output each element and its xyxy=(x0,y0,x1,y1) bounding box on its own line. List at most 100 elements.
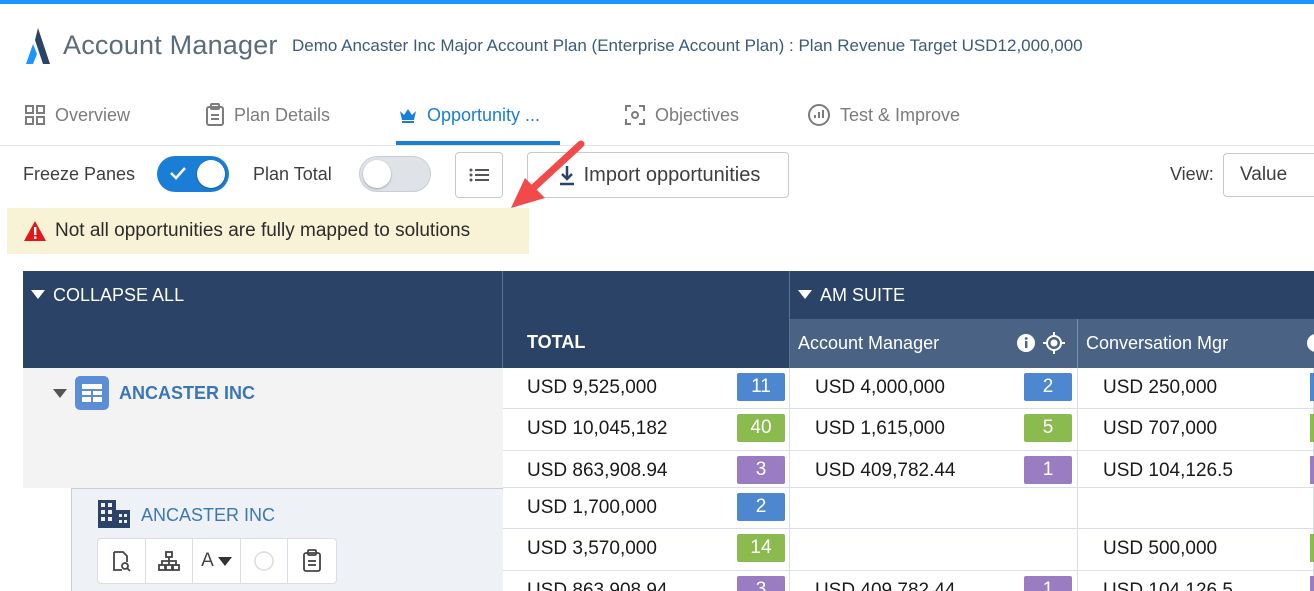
building-icon xyxy=(98,500,130,528)
hierarchy-button[interactable] xyxy=(146,539,194,583)
tab-overview-label: Overview xyxy=(55,104,131,125)
total-header-label: TOTAL xyxy=(527,332,586,352)
account-manager-cell[interactable]: USD 409,782.44 1 xyxy=(790,451,1078,488)
tab-bar: Overview Plan Details Opportunity ... Ob… xyxy=(0,84,1314,146)
sort-letter: A xyxy=(201,550,214,571)
mapping-warning-banner: Not all opportunities are fully mapped t… xyxy=(7,208,529,254)
conversation-mgr-cell[interactable]: USD 104,126.5 xyxy=(1078,451,1314,488)
conversation-mgr-cell[interactable]: USD 707,000 xyxy=(1078,409,1314,451)
clipboard-button[interactable] xyxy=(288,539,336,583)
crosshair-icon[interactable] xyxy=(1043,332,1065,354)
clipboard-icon xyxy=(303,549,322,572)
account-row-label-top: ANCASTER INC xyxy=(23,368,503,488)
account-link-sub[interactable]: ANCASTER INC xyxy=(141,505,275,526)
account-manager-cell[interactable] xyxy=(790,488,1078,529)
sort-dropdown-button[interactable]: A xyxy=(193,539,241,583)
plan-total-toggle[interactable] xyxy=(359,156,431,192)
count-badge[interactable]: 2 xyxy=(737,493,785,521)
count-badge-edge xyxy=(1310,534,1314,562)
plan-title: Demo Ancaster Inc Major Account Plan (En… xyxy=(292,36,1083,55)
search-document-icon xyxy=(113,551,131,572)
warning-icon xyxy=(24,221,46,241)
am-suite-toggle[interactable]: AM SUITE xyxy=(798,285,905,306)
total-cell[interactable]: USD 10,045,182 40 xyxy=(503,409,790,451)
toggle-knob xyxy=(197,160,225,188)
warning-text: Not all opportunities are fully mapped t… xyxy=(55,220,471,241)
collapse-all-label: COLLAPSE ALL xyxy=(53,285,185,305)
row-action-toolbar: A xyxy=(97,538,337,584)
conversation-mgr-cell-value: USD 104,126.5 xyxy=(1103,580,1233,591)
count-badge[interactable]: 1 xyxy=(1024,456,1072,484)
info-icon[interactable] xyxy=(1306,333,1314,353)
clipboard-icon xyxy=(206,103,224,126)
tab-test-improve[interactable]: Test & Improve xyxy=(807,84,960,146)
total-cell-value: USD 9,525,000 xyxy=(527,377,657,398)
list-icon xyxy=(469,168,489,182)
view-select[interactable]: Value xyxy=(1223,153,1314,197)
collapse-all-header: COLLAPSE ALL xyxy=(23,271,503,368)
account-manager-cell[interactable] xyxy=(790,529,1078,571)
total-cell-value: USD 863,908.94 xyxy=(527,580,668,591)
freeze-panes-toggle[interactable] xyxy=(157,156,229,192)
conversation-mgr-cell[interactable] xyxy=(1078,488,1314,529)
app-title: Account Manager xyxy=(63,30,278,60)
account-manager-cell-value: USD 409,782.44 xyxy=(815,460,956,481)
caret-down-icon xyxy=(31,289,45,299)
count-badge-edge xyxy=(1310,414,1314,442)
account-link-top[interactable]: ANCASTER INC xyxy=(119,383,255,404)
total-cell-value: USD 863,908.94 xyxy=(527,460,668,481)
account-manager-cell[interactable]: USD 1,615,000 5 xyxy=(790,409,1078,451)
am-suite-header: AM SUITE xyxy=(790,271,1314,319)
account-manager-column-label: Account Manager xyxy=(798,333,940,353)
hierarchy-icon xyxy=(158,551,180,571)
total-header: TOTAL xyxy=(503,271,790,368)
tab-objectives[interactable]: Objectives xyxy=(624,84,739,146)
info-icon[interactable] xyxy=(1016,333,1036,353)
circle-icon xyxy=(254,551,274,571)
account-manager-cell[interactable]: USD 409,782.44 1 xyxy=(790,571,1078,591)
caret-down-icon[interactable] xyxy=(53,389,67,398)
checkmark-icon xyxy=(170,167,186,180)
conversation-mgr-cell-value: USD 104,126.5 xyxy=(1103,460,1233,481)
freeze-panes-label: Freeze Panes xyxy=(23,164,136,184)
circle-button[interactable] xyxy=(241,539,289,583)
total-cell-value: USD 10,045,182 xyxy=(527,418,668,439)
total-cell-value: USD 1,700,000 xyxy=(527,497,657,518)
count-badge[interactable]: 40 xyxy=(737,414,785,442)
count-badge[interactable]: 11 xyxy=(737,373,785,401)
conversation-mgr-cell[interactable]: USD 104,126.5 xyxy=(1078,571,1314,591)
count-badge-edge xyxy=(1310,456,1314,484)
account-manager-column-header: Account Manager xyxy=(790,319,1078,368)
tab-opportunity[interactable]: Opportunity ... xyxy=(398,84,540,146)
toggle-knob xyxy=(363,160,391,188)
caret-down-icon xyxy=(798,289,812,299)
search-document-button[interactable] xyxy=(98,539,146,583)
tab-overview[interactable]: Overview xyxy=(24,84,130,146)
grid-icon xyxy=(25,105,45,125)
app-header: Account Manager Demo Ancaster Inc Major … xyxy=(0,4,1314,84)
total-cell[interactable]: USD 863,908.94 3 xyxy=(503,451,790,488)
conversation-mgr-cell-value: USD 500,000 xyxy=(1103,538,1218,559)
total-cell[interactable]: USD 1,700,000 2 xyxy=(503,488,790,529)
conversation-mgr-cell[interactable]: USD 500,000 xyxy=(1078,529,1314,571)
table-icon xyxy=(75,376,109,410)
total-cell[interactable]: USD 3,570,000 14 xyxy=(503,529,790,571)
count-badge[interactable]: 3 xyxy=(737,456,785,484)
total-cell[interactable]: USD 863,908.94 3 xyxy=(503,571,790,591)
conversation-mgr-cell[interactable]: USD 250,000 xyxy=(1078,368,1314,409)
list-view-button[interactable] xyxy=(455,152,503,198)
account-manager-cell[interactable]: USD 4,000,000 2 xyxy=(790,368,1078,409)
count-badge[interactable]: 14 xyxy=(737,534,785,562)
collapse-all-button[interactable]: COLLAPSE ALL xyxy=(31,285,184,306)
count-badge[interactable]: 5 xyxy=(1024,414,1072,442)
toolbar: Freeze Panes Plan Total Import opportuni… xyxy=(0,148,1314,204)
total-cell[interactable]: USD 9,525,000 11 xyxy=(503,368,790,409)
tab-plan-details[interactable]: Plan Details xyxy=(205,84,330,146)
count-badge[interactable]: 3 xyxy=(737,576,785,591)
count-badge[interactable]: 1 xyxy=(1024,576,1072,591)
tab-objectives-label: Objectives xyxy=(655,104,740,125)
account-manager-cell-value: USD 4,000,000 xyxy=(815,377,945,398)
count-badge[interactable]: 2 xyxy=(1024,373,1072,401)
app-logo-icon xyxy=(26,28,50,64)
count-badge-edge xyxy=(1310,373,1314,401)
